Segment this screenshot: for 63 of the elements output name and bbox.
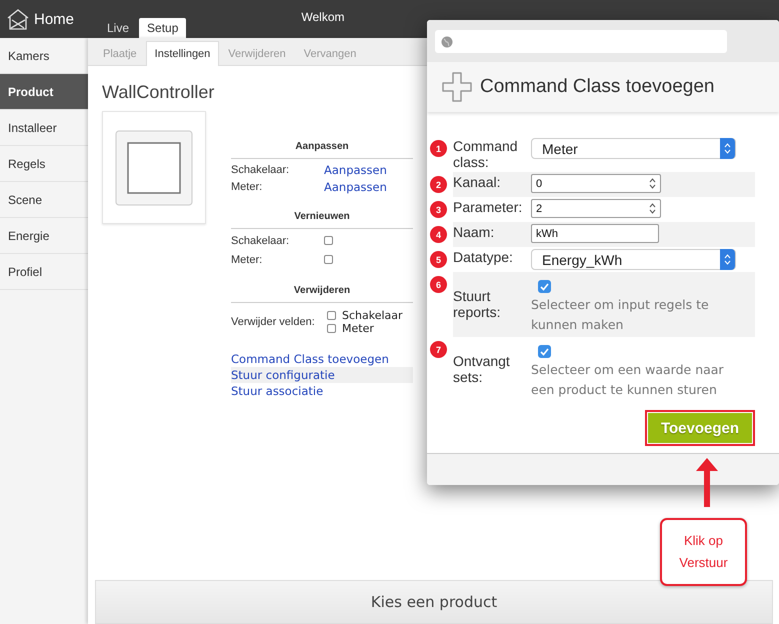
top-tab[interactable]: Live: [99, 18, 138, 38]
option-label: Schakelaar: [342, 309, 403, 322]
spinner-icon[interactable]: [649, 178, 656, 189]
edit-link[interactable]: Aanpassen: [324, 162, 413, 176]
brand-name: Home: [34, 10, 74, 28]
step-number: 6: [430, 276, 447, 293]
top-tab[interactable]: Setup: [139, 18, 186, 38]
field-label: Datatype:: [453, 249, 514, 265]
action-link[interactable]: Command Class toevoegen: [231, 351, 413, 367]
field-label: Meter:: [231, 180, 264, 192]
plus-icon: [442, 72, 472, 102]
field-label: Kanaal:: [453, 174, 502, 190]
field-label: Schakelaar:: [231, 164, 290, 176]
callout-note: Klik op Verstuur: [660, 518, 747, 586]
caret-icon: [724, 254, 731, 265]
action-link[interactable]: Stuur associatie: [231, 383, 413, 399]
step-number: 7: [430, 341, 447, 358]
spinner-icon[interactable]: [649, 203, 656, 214]
checkbox[interactable]: [327, 311, 336, 320]
field-label: Meter:: [231, 254, 264, 266]
sidebar-item[interactable]: Product: [0, 74, 88, 110]
checkbox[interactable]: [538, 280, 551, 293]
field-label: Naam:: [453, 224, 496, 240]
input-field[interactable]: kWh: [531, 224, 659, 243]
field-label: Command class:: [453, 138, 519, 170]
field-label: Verwijder velden:: [231, 316, 316, 328]
checkbox[interactable]: [324, 254, 333, 264]
section-heading: Aanpassen: [231, 141, 413, 159]
bottom-bar-label: Kies een product: [370, 593, 498, 611]
bottom-bar[interactable]: Kies een product: [95, 580, 773, 624]
step-number: 2: [430, 176, 447, 193]
edit-link[interactable]: Aanpassen: [324, 180, 413, 194]
step-number: 3: [430, 201, 447, 218]
caret-icon: [724, 143, 731, 154]
field-label: Stuurt reports:: [453, 288, 502, 320]
step-number: 4: [430, 226, 447, 243]
globe-icon: [441, 36, 453, 48]
welcome-text: Welkom: [301, 10, 344, 24]
number-field[interactable]: 0: [531, 174, 661, 193]
field-label: Ontvangt sets:: [453, 353, 511, 385]
option-label: Meter: [342, 322, 374, 335]
hint-text: Selecteer om input regels te kunnen maken: [531, 296, 710, 334]
hint-text: Selecteer om een waarde naar een product te kunnen sturen: [531, 361, 725, 399]
switch-icon: [114, 128, 194, 206]
step-number: 1: [430, 140, 447, 157]
step-number: 5: [430, 251, 447, 268]
action-link[interactable]: Stuur configuratie: [231, 367, 413, 383]
product-title: WallController: [102, 82, 214, 103]
address-field[interactable]: [435, 30, 727, 53]
arrow-icon: [695, 458, 719, 507]
checkbox[interactable]: [327, 324, 336, 333]
field-label: Parameter:: [453, 199, 524, 215]
dropdown[interactable]: Meter: [531, 138, 736, 159]
number-field[interactable]: 2: [531, 199, 661, 218]
section-heading: Verwijderen: [231, 285, 413, 303]
field-label: Schakelaar:: [231, 234, 290, 246]
house-icon: [6, 8, 30, 30]
checkbox[interactable]: [538, 345, 551, 358]
dropdown[interactable]: Energy_kWh: [531, 249, 736, 270]
sub-tab[interactable]: Instellingen: [146, 41, 220, 66]
checkbox[interactable]: [324, 236, 333, 244]
dialog-title: Command Class toevoegen: [480, 76, 714, 98]
section-heading: Vernieuwen: [231, 211, 413, 229]
